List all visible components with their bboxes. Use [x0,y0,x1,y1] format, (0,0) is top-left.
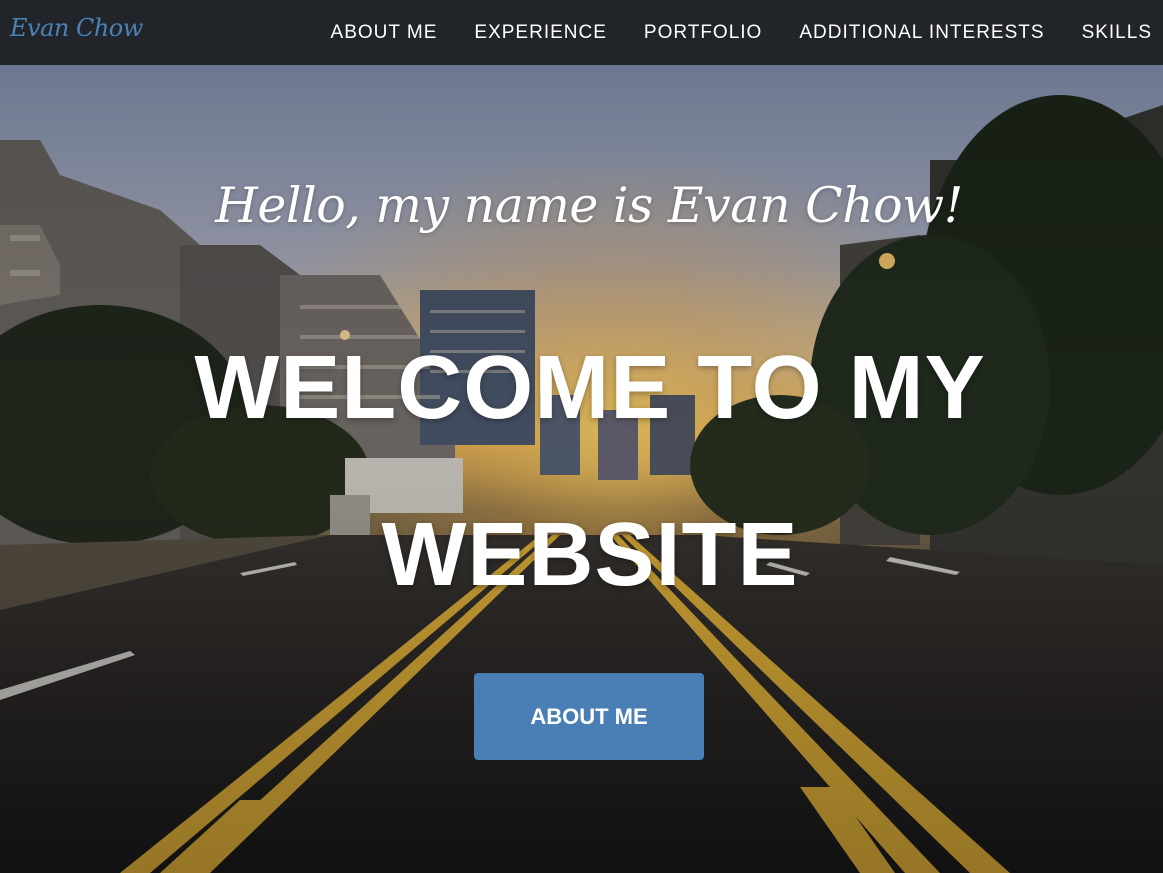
nav-link-experience[interactable]: EXPERIENCE [474,22,606,44]
nav-links: ABOUT ME EXPERIENCE PORTFOLIO ADDITIONAL… [294,0,1163,65]
hero-heading: WELCOME TO MY WEBSITE [194,338,986,605]
hero-section: Hello, my name is Evan Chow! WELCOME TO … [0,65,1163,873]
navbar: Evan Chow ABOUT ME EXPERIENCE PORTFOLIO … [0,0,1163,65]
about-me-button[interactable]: ABOUT ME [474,673,704,760]
hero-lead-in: Hello, my name is Evan Chow! [215,177,963,234]
nav-link-about-me[interactable]: ABOUT ME [331,22,438,44]
brand-logo-link[interactable]: Evan Chow [10,14,143,42]
nav-link-additional-interests[interactable]: ADDITIONAL INTERESTS [799,22,1044,44]
nav-link-portfolio[interactable]: PORTFOLIO [644,22,762,44]
nav-link-skills[interactable]: SKILLS [1082,22,1152,44]
